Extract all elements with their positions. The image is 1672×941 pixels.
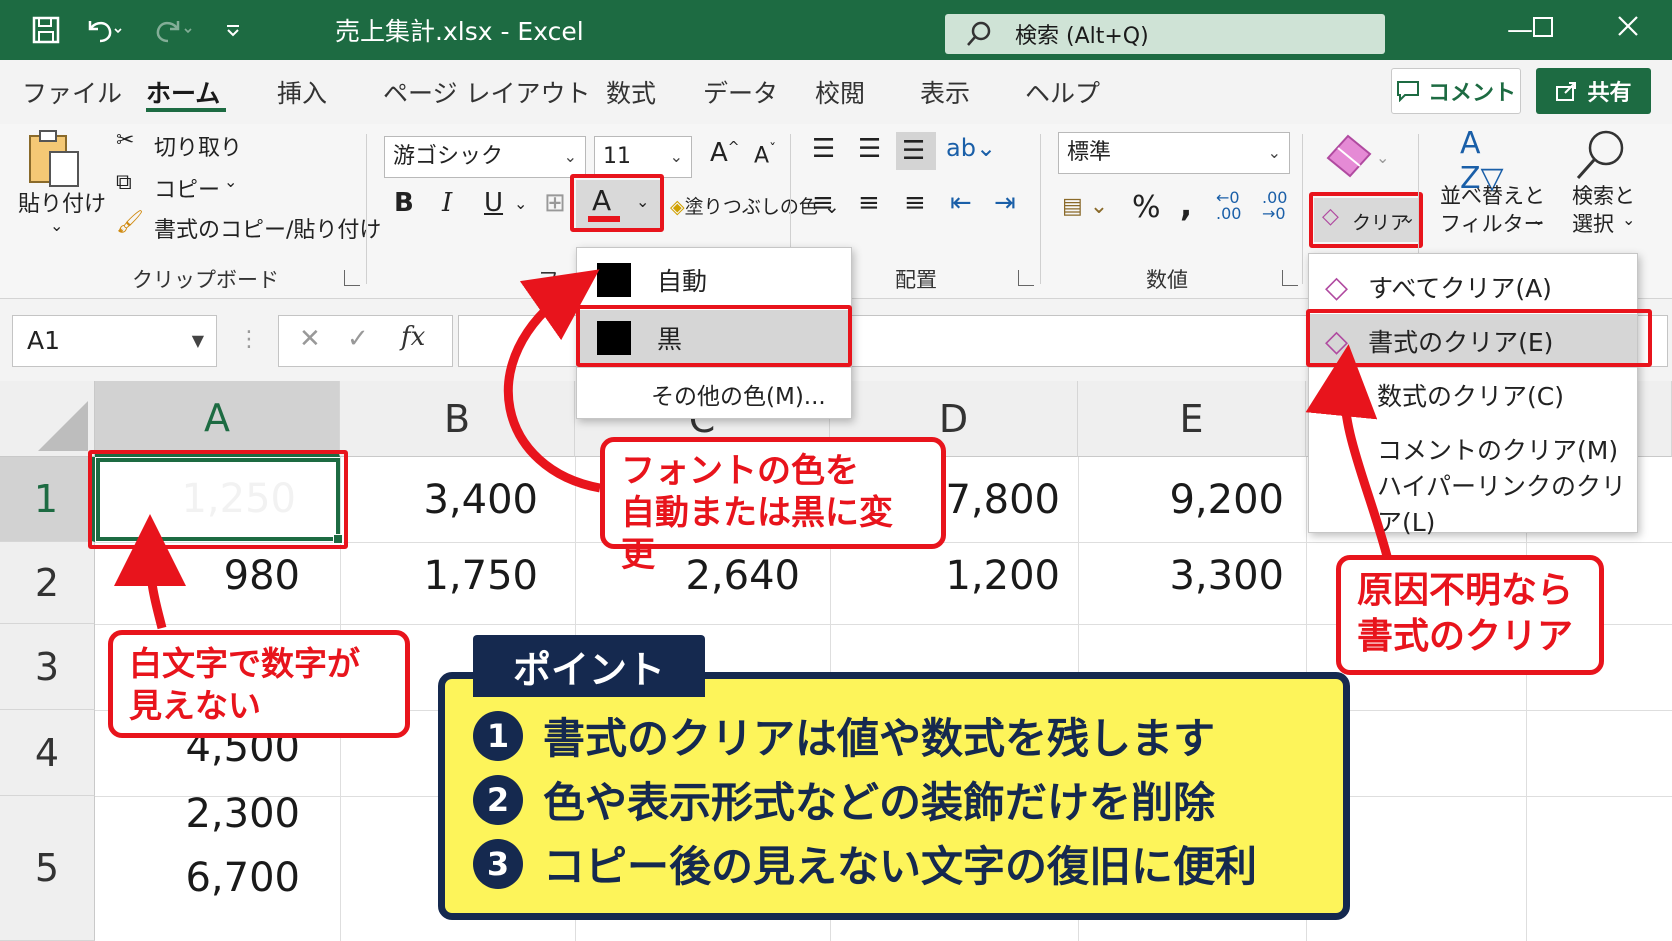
callout-font-color: フォントの色を 自動または黒に変更	[600, 437, 946, 575]
point-item-3: 3 コピー後の見えない文字の復旧に便利	[473, 833, 1257, 894]
number-1-icon: 1	[473, 710, 523, 761]
point-panel: 1 書式のクリアは値や数式を残します 2 色や表示形式などの装飾だけを削除 3 コピー…	[438, 672, 1350, 920]
point-item-2-text: 色や表示形式などの装飾だけを削除	[543, 778, 1216, 827]
callout-font-color-line-2: 自動または黒に変更	[621, 493, 893, 575]
callout-unknown-line-2: 書式のクリア	[1357, 616, 1574, 657]
number-2-icon: 2	[473, 774, 523, 825]
callout-unknown-line-1: 原因不明なら	[1357, 570, 1574, 611]
number-3-icon: 3	[473, 838, 523, 889]
point-item-2: 2 色や表示形式などの装飾だけを削除	[473, 769, 1215, 830]
callout-white-text-line-2: 見えない	[129, 686, 261, 725]
point-item-1-text: 書式のクリアは値や数式を残します	[543, 714, 1216, 763]
callout-white-text: 白文字で数字が 見えない	[108, 630, 410, 738]
callout-white-text-line-1: 白文字で数字が	[129, 644, 360, 683]
callout-unknown-cause: 原因不明なら 書式のクリア	[1336, 555, 1604, 675]
callout-font-color-line-1: フォントの色を	[621, 451, 859, 491]
point-item-1: 1 書式のクリアは値や数式を残します	[473, 705, 1215, 766]
point-tag: ポイント	[473, 635, 705, 697]
point-item-3-text: コピー後の見えない文字の復旧に便利	[543, 842, 1258, 891]
